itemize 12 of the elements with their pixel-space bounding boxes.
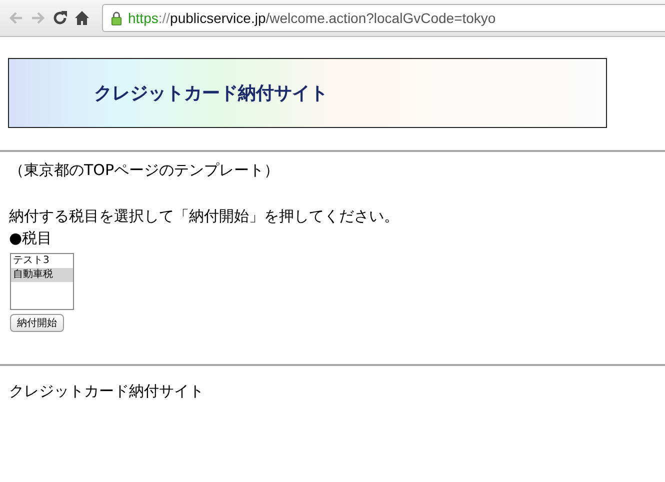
template-note: （東京都のTOPページのテンプレート） bbox=[9, 161, 280, 180]
address-bar[interactable]: https://publicservice.jp/welcome.action?localGvCode=tokyo bbox=[102, 4, 665, 32]
section-label: ●税目 bbox=[9, 229, 54, 248]
home-icon[interactable] bbox=[74, 10, 90, 26]
instruction-text: 納付する税目を選択して「納付開始」を押してください。 bbox=[9, 207, 400, 226]
reload-icon[interactable] bbox=[52, 10, 68, 26]
start-button[interactable]: 納付開始 bbox=[10, 314, 64, 332]
list-option[interactable]: テスト3 bbox=[11, 254, 73, 268]
list-option[interactable]: 自動車税 bbox=[11, 268, 73, 282]
banner-title: クレジットカード納付サイト bbox=[94, 82, 328, 105]
footer-text: クレジットカード納付サイト bbox=[9, 382, 205, 401]
tax-listbox[interactable]: テスト3 自動車税 bbox=[10, 253, 74, 310]
